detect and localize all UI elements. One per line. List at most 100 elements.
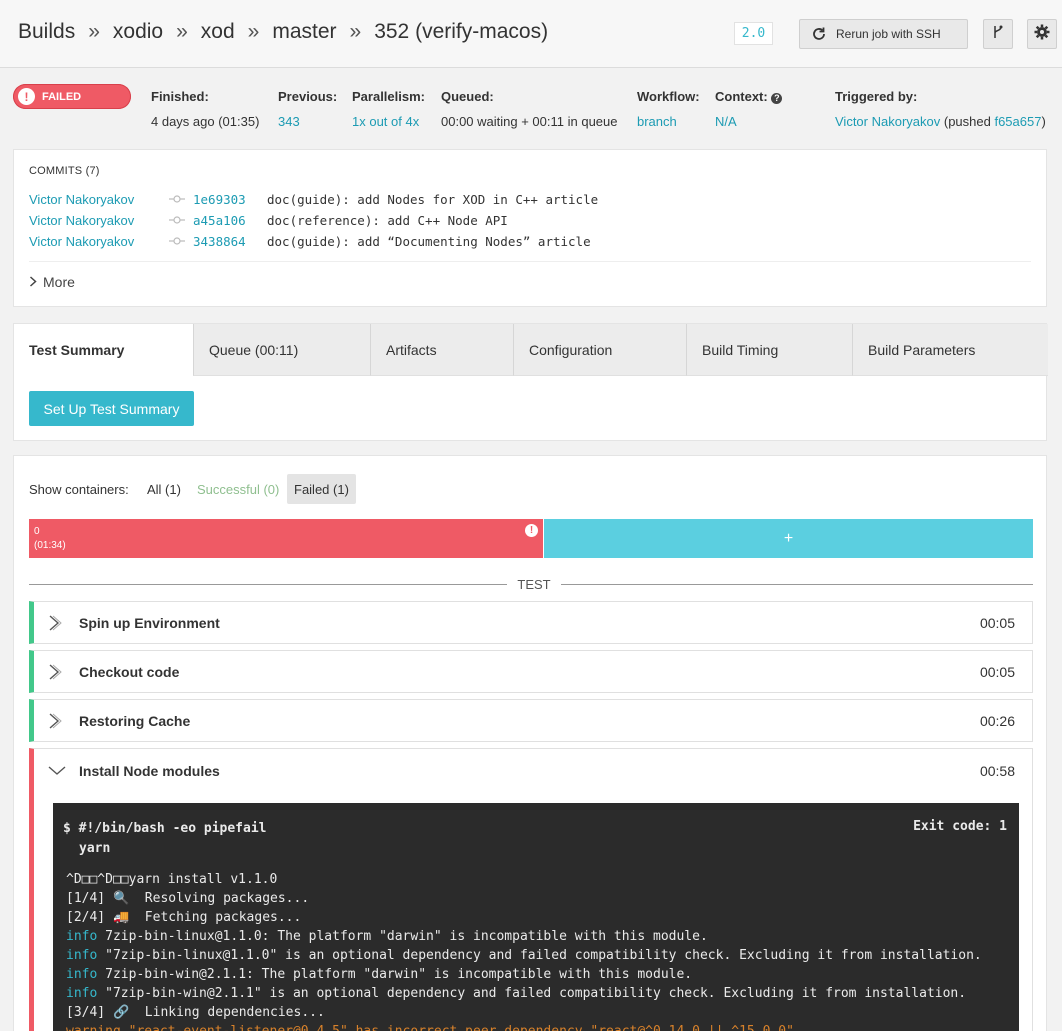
chevron-right-icon (48, 614, 68, 631)
meta-context: Context: ? N/A (715, 89, 783, 129)
section-separator: TEST (29, 577, 1033, 592)
step-name: Spin up Environment (79, 614, 220, 631)
gear-icon (1034, 24, 1050, 45)
commit-author-link[interactable]: Victor Nakoryakov (29, 192, 169, 207)
parallelism-link[interactable]: 1x out of 4x (352, 114, 425, 129)
filter-successful[interactable]: Successful (0) (190, 474, 286, 504)
step-duration: 00:26 (979, 712, 1015, 729)
rerun-ssh-button[interactable]: Rerun job with SSH (799, 19, 968, 49)
workflow-link[interactable]: branch (637, 114, 700, 129)
set-up-test-summary-button[interactable]: Set Up Test Summary (29, 391, 194, 426)
meta-value: Victor Nakoryakov (pushed f65a657) (835, 114, 1046, 129)
tab-build-parameters[interactable]: Build Parameters (852, 324, 1048, 376)
commits-title: COMMITS (7) (29, 165, 100, 177)
console-line: [1/4] 🔍 Resolving packages... (66, 891, 310, 906)
meta-label: Context: ? (715, 89, 783, 105)
step-row[interactable]: Restoring Cache 00:26 (29, 699, 1033, 742)
meta-label: Parallelism: (352, 89, 425, 104)
commit-sha-link[interactable]: 3438864 (193, 234, 267, 249)
console-output: $ #!/bin/bash -eo pipefail yarn Exit cod… (53, 803, 1019, 1031)
console-line: ^D□□^D□□yarn install v1.1.0 (66, 872, 278, 887)
container-0-bar[interactable]: 0 (01:34) ! (29, 519, 543, 558)
filter-all[interactable]: All (1) (140, 474, 188, 504)
breadcrumb-project[interactable]: xod (201, 20, 235, 43)
breadcrumb-separator: » (349, 20, 362, 43)
section-title: TEST (517, 577, 551, 592)
log-level-tag: info (66, 948, 98, 963)
trigger-user-link[interactable]: Victor Nakoryakov (835, 114, 940, 129)
settings-button[interactable] (1027, 19, 1057, 49)
step-duration: 00:05 (979, 614, 1015, 631)
log-level-tag: info (66, 929, 98, 944)
meta-value: 4 days ago (01:35) (151, 114, 260, 129)
filter-failed[interactable]: Failed (1) (287, 474, 356, 504)
step-name: Checkout code (79, 663, 180, 680)
commit-sha-link[interactable]: 1e69303 (193, 192, 267, 207)
console-line: [2/4] 🚚 Fetching packages... (66, 910, 302, 925)
breadcrumb-job: 352 (verify-macos) (374, 20, 549, 43)
breadcrumb-separator: » (247, 20, 260, 43)
meta-value: 00:00 waiting + 00:11 in queue (441, 114, 618, 129)
console-line: info 7zip-bin-win@2.1.1: The platform "d… (66, 965, 982, 984)
breadcrumb-org[interactable]: xodio (113, 20, 163, 43)
context-link[interactable]: N/A (715, 114, 782, 129)
trigger-commit-link[interactable]: f65a657 (994, 114, 1041, 129)
console-line: info "7zip-bin-linux@1.1.0" is an option… (66, 946, 982, 965)
console-line: info "7zip-bin-win@2.1.1" is an optional… (66, 984, 982, 1003)
commit-sha-link[interactable]: a45a106 (193, 213, 267, 228)
container-duration: (01:34) (34, 540, 66, 551)
commit-author-link[interactable]: Victor Nakoryakov (29, 234, 169, 249)
log-text: 7zip-bin-linux@1.1.0: The platform "darw… (97, 929, 708, 944)
containers-card: Show containers: All (1) Successful (0) … (13, 455, 1047, 1031)
chevron-down-icon (48, 765, 68, 777)
tab-configuration[interactable]: Configuration (513, 324, 686, 376)
console-line: warning "react-event-listener@0.4.5" has… (66, 1022, 982, 1031)
commit-row: Victor Nakoryakov 1e69303 doc(guide): ad… (29, 190, 598, 208)
breadcrumb-builds[interactable]: Builds (18, 20, 75, 43)
step-row[interactable]: Spin up Environment 00:05 (29, 601, 1033, 644)
top-bar: Builds » xodio » xod » master » 352 (verify-maco… (0, 0, 1062, 68)
meta-workflow: Workflow: branch (637, 89, 700, 129)
chevron-right-icon (48, 712, 68, 729)
tab-test-summary[interactable]: Test Summary (14, 324, 193, 376)
refresh-icon (810, 25, 828, 43)
console-line: info 7zip-bin-linux@1.1.0: The platform … (66, 927, 982, 946)
console-log: ^D□□^D□□yarn install v1.1.0 [1/4] 🔍 Resol… (66, 870, 982, 1031)
command-line-1: $ #!/bin/bash -eo pipefail (63, 821, 267, 836)
trigger-close-text: ) (1041, 114, 1046, 129)
breadcrumb-branch[interactable]: master (272, 20, 336, 43)
commit-row: Victor Nakoryakov 3438864 doc(guide): ad… (29, 232, 591, 250)
more-commits-toggle[interactable]: More (29, 274, 75, 290)
previous-build-link[interactable]: 343 (278, 114, 337, 129)
chevron-right-icon (48, 663, 68, 680)
log-text: "7zip-bin-win@2.1.1" is an optional depe… (97, 986, 967, 1001)
help-icon[interactable]: ? (771, 92, 783, 104)
command-line-2: yarn (79, 841, 111, 856)
console-line: [3/4] 🔗 Linking dependencies... (66, 1005, 325, 1020)
commit-author-link[interactable]: Victor Nakoryakov (29, 213, 169, 228)
commit-message: doc(reference): add C++ Node API (267, 212, 508, 228)
context-label: Context: (715, 89, 768, 104)
meta-finished: Finished: 4 days ago (01:35) (151, 89, 259, 129)
step-row[interactable]: Checkout code 00:05 (29, 650, 1033, 693)
meta-label: Triggered by: (835, 89, 918, 104)
commits-card: COMMITS (7) Victor Nakoryakov 1e69303 do… (13, 149, 1047, 307)
add-container-button[interactable]: + (544, 519, 1033, 558)
fork-button[interactable] (983, 19, 1013, 49)
step-header[interactable]: Install Node modules 00:58 (34, 749, 1032, 792)
commit-message: doc(guide): add Nodes for XOD in C++ art… (267, 191, 599, 207)
container-index: 0 (34, 526, 40, 537)
tab-artifacts[interactable]: Artifacts (370, 324, 513, 376)
exit-code: Exit code: 1 (913, 819, 1007, 834)
console-command: $ #!/bin/bash -eo pipefail yarn (63, 819, 267, 859)
trigger-pushed-text: (pushed (943, 114, 995, 129)
tab-bar: Test Summary Queue (00:11) Artifacts Con… (14, 324, 1048, 376)
commit-message: doc(guide): add “Documenting Nodes” arti… (267, 233, 591, 249)
meta-triggered: Triggered by: Victor Nakoryakov (pushed … (835, 89, 1046, 129)
breadcrumb-separator: » (88, 20, 100, 43)
tab-build-timing[interactable]: Build Timing (686, 324, 852, 376)
log-level-tag: info (66, 967, 98, 982)
separator-line (561, 584, 1033, 585)
config-version-badge: 2.0 (734, 22, 773, 45)
tab-queue[interactable]: Queue (00:11) (193, 324, 370, 376)
